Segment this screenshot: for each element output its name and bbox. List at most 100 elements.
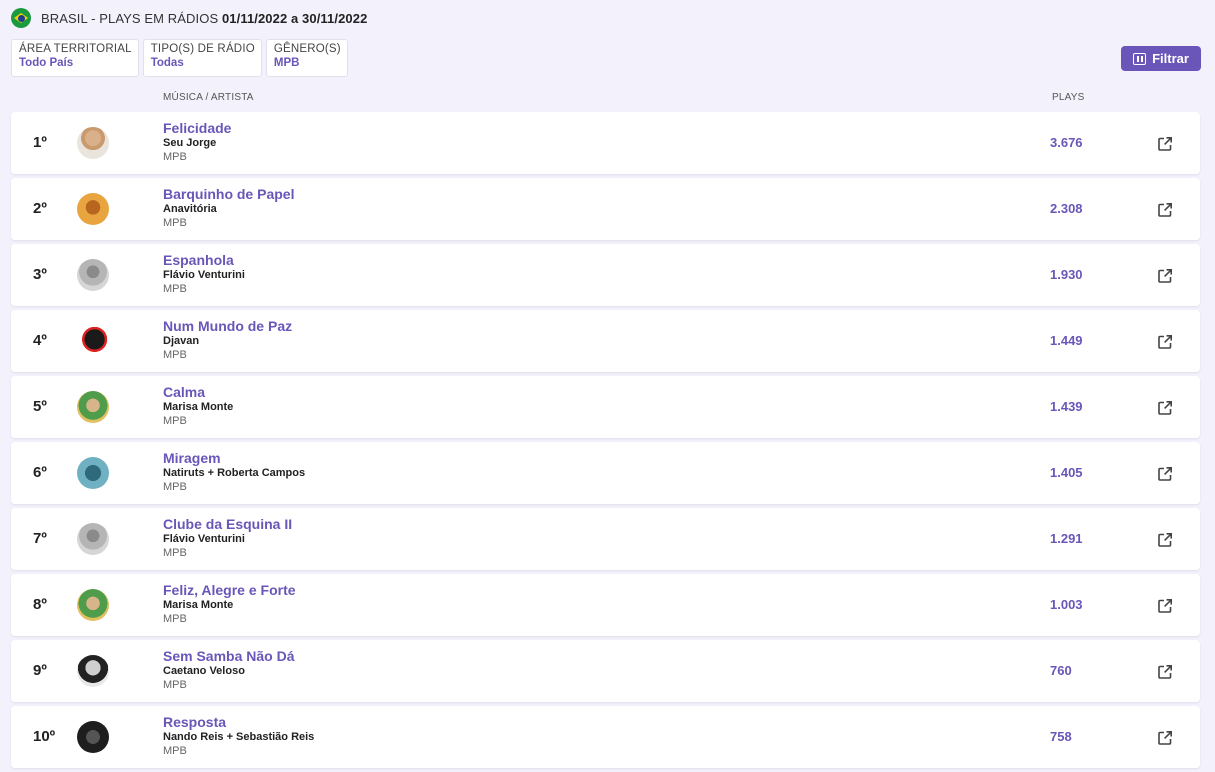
artist-name: Natiruts + Roberta Campos <box>163 467 306 479</box>
filter-chip-value: Todas <box>150 57 184 69</box>
external-link-icon[interactable] <box>1157 730 1173 746</box>
song-title[interactable]: Calma <box>163 384 205 400</box>
artist-avatar <box>77 193 109 225</box>
external-link-icon[interactable] <box>1157 334 1173 350</box>
ranking-row[interactable]: 3º Espanhola Flávio Venturini MPB 1.930 <box>11 244 1200 306</box>
artist-name: Flávio Venturini <box>163 269 245 281</box>
filter-button[interactable]: Filtrar <box>1121 46 1201 71</box>
column-header-plays: PLAYS <box>1052 92 1085 103</box>
plays-count: 2.308 <box>1050 201 1083 216</box>
genre-label: MPB <box>163 217 187 229</box>
artist-avatar <box>77 589 109 621</box>
genre-label: MPB <box>163 151 187 163</box>
plays-count: 758 <box>1050 729 1072 744</box>
artist-name: Caetano Veloso <box>163 665 245 677</box>
ranking-row[interactable]: 6º Miragem Natiruts + Roberta Campos MPB… <box>11 442 1200 504</box>
page-title: BRASIL - PLAYS EM RÁDIOS 01/11/2022 a 30… <box>41 11 367 26</box>
rank-number: 7º <box>33 530 47 547</box>
rank-number: 8º <box>33 596 47 613</box>
page-header: BRASIL - PLAYS EM RÁDIOS 01/11/2022 a 30… <box>11 7 367 29</box>
external-link-icon[interactable] <box>1157 664 1173 680</box>
ranking-row[interactable]: 8º Feliz, Alegre e Forte Marisa Monte MP… <box>11 574 1200 636</box>
artist-avatar <box>77 655 109 687</box>
filter-chip-label: TIPO(S) DE RÁDIO <box>150 43 255 55</box>
rank-number: 5º <box>33 398 47 415</box>
plays-count: 760 <box>1050 663 1072 678</box>
plays-count: 1.405 <box>1050 465 1083 480</box>
rank-number: 4º <box>33 332 47 349</box>
song-title[interactable]: Miragem <box>163 450 221 466</box>
plays-count: 1.439 <box>1050 399 1083 414</box>
title-prefix: BRASIL - PLAYS EM RÁDIOS <box>41 10 219 26</box>
external-link-icon[interactable] <box>1157 532 1173 548</box>
ranking-row[interactable]: 7º Clube da Esquina II Flávio Venturini … <box>11 508 1200 570</box>
genre-label: MPB <box>163 547 187 559</box>
artist-name: Nando Reis + Sebastião Reis <box>163 731 315 743</box>
song-title[interactable]: Felicidade <box>163 120 231 136</box>
filter-chip-genre[interactable]: GÊNERO(S) MPB <box>265 39 348 77</box>
artist-avatar <box>77 259 109 291</box>
column-header-music: MÚSICA / ARTISTA <box>163 92 254 103</box>
ranking-row[interactable]: 1º Felicidade Seu Jorge MPB 3.676 <box>11 112 1200 174</box>
artist-avatar <box>77 721 109 753</box>
song-title[interactable]: Clube da Esquina II <box>163 516 292 532</box>
brazil-flag-icon <box>11 8 31 28</box>
rank-number: 1º <box>33 134 47 151</box>
artist-avatar <box>77 127 109 159</box>
filter-chip-label: GÊNERO(S) <box>273 43 341 55</box>
ranking-list: 1º Felicidade Seu Jorge MPB 3.676 2º Bar… <box>11 112 1200 772</box>
filter-chip-value: MPB <box>273 57 300 69</box>
plays-count: 1.291 <box>1050 531 1083 546</box>
external-link-icon[interactable] <box>1157 202 1173 218</box>
genre-label: MPB <box>163 415 187 427</box>
ranking-row[interactable]: 4º Num Mundo de Paz Djavan MPB 1.449 <box>11 310 1200 372</box>
genre-label: MPB <box>163 613 187 625</box>
plays-count: 1.003 <box>1050 597 1083 612</box>
genre-label: MPB <box>163 745 187 757</box>
song-title[interactable]: Num Mundo de Paz <box>163 318 292 334</box>
rank-number: 10º <box>33 728 56 745</box>
rank-number: 3º <box>33 266 47 283</box>
rank-number: 6º <box>33 464 47 481</box>
filter-chip-label: ÁREA TERRITORIAL <box>19 43 132 55</box>
external-link-icon[interactable] <box>1157 466 1173 482</box>
filter-chip-value: Todo País <box>19 57 74 69</box>
artist-name: Anavitória <box>163 203 217 215</box>
artist-name: Marisa Monte <box>163 401 234 413</box>
rank-number: 2º <box>33 200 47 217</box>
artist-avatar <box>77 325 109 357</box>
filter-button-label: Filtrar <box>1152 51 1189 66</box>
external-link-icon[interactable] <box>1157 400 1173 416</box>
filter-chip-area[interactable]: ÁREA TERRITORIAL Todo País <box>11 39 139 77</box>
genre-label: MPB <box>163 481 187 493</box>
artist-name: Marisa Monte <box>163 599 234 611</box>
genre-label: MPB <box>163 679 187 691</box>
ranking-row[interactable]: 9º Sem Samba Não Dá Caetano Veloso MPB 7… <box>11 640 1200 702</box>
artist-name: Flávio Venturini <box>163 533 245 545</box>
artist-avatar <box>77 457 109 489</box>
ranking-row[interactable]: 5º Calma Marisa Monte MPB 1.439 <box>11 376 1200 438</box>
song-title[interactable]: Resposta <box>163 714 226 730</box>
title-date-range: 01/11/2022 a 30/11/2022 <box>221 10 368 26</box>
rank-number: 9º <box>33 662 47 679</box>
plays-count: 1.930 <box>1050 267 1083 282</box>
external-link-icon[interactable] <box>1157 136 1173 152</box>
external-link-icon[interactable] <box>1157 268 1173 284</box>
ranking-row[interactable]: 10º Resposta Nando Reis + Sebastião Reis… <box>11 706 1200 768</box>
artist-name: Djavan <box>163 335 200 347</box>
genre-label: MPB <box>163 283 187 295</box>
artist-name: Seu Jorge <box>163 137 217 149</box>
artist-avatar <box>77 391 109 423</box>
plays-count: 1.449 <box>1050 333 1083 348</box>
song-title[interactable]: Feliz, Alegre e Forte <box>163 582 296 598</box>
external-link-icon[interactable] <box>1157 598 1173 614</box>
genre-label: MPB <box>163 349 187 361</box>
song-title[interactable]: Espanhola <box>163 252 234 268</box>
ranking-row[interactable]: 2º Barquinho de Papel Anavitória MPB 2.3… <box>11 178 1200 240</box>
song-title[interactable]: Sem Samba Não Dá <box>163 648 295 664</box>
song-title[interactable]: Barquinho de Papel <box>163 186 294 202</box>
plays-count: 3.676 <box>1050 135 1083 150</box>
artist-avatar <box>77 523 109 555</box>
filter-chips: ÁREA TERRITORIAL Todo País TIPO(S) DE RÁ… <box>11 39 348 77</box>
filter-chip-radio-type[interactable]: TIPO(S) DE RÁDIO Todas <box>142 39 262 77</box>
